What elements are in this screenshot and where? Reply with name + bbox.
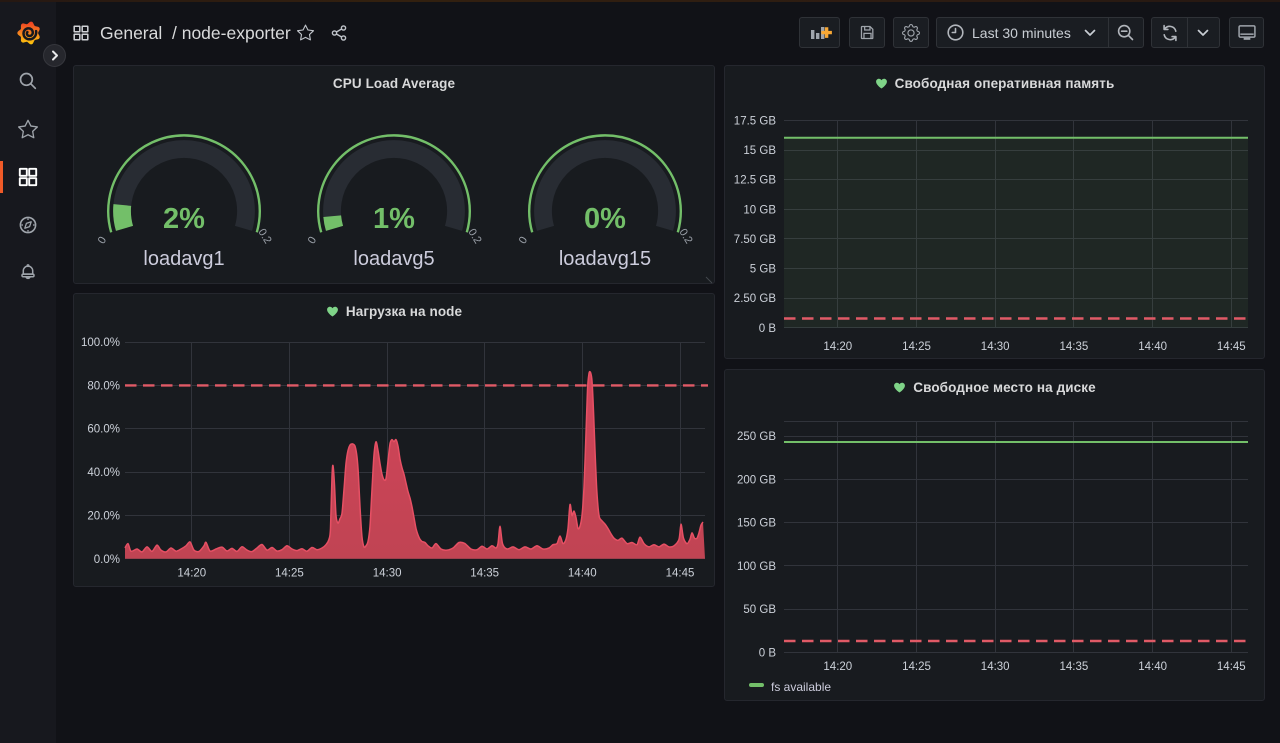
svg-text:150 GB: 150 GB [737, 518, 776, 530]
svg-text:loadavg5: loadavg5 [353, 248, 434, 270]
svg-text:14:45: 14:45 [666, 568, 695, 580]
svg-text:fs available: fs available [771, 680, 831, 694]
svg-text:10 GB: 10 GB [743, 204, 776, 216]
svg-text:14:20: 14:20 [823, 661, 852, 673]
svg-text:15 GB: 15 GB [743, 145, 776, 157]
svg-text:14:30: 14:30 [373, 568, 402, 580]
svg-text:14:30: 14:30 [981, 341, 1010, 353]
svg-text:14:25: 14:25 [902, 661, 931, 673]
svg-text:250 GB: 250 GB [737, 431, 776, 443]
svg-text:60.0%: 60.0% [87, 424, 120, 436]
svg-text:14:30: 14:30 [981, 661, 1010, 673]
svg-text:14:25: 14:25 [902, 341, 931, 353]
svg-text:14:45: 14:45 [1217, 661, 1246, 673]
svg-text:12.5 GB: 12.5 GB [734, 175, 777, 187]
svg-text:0 B: 0 B [759, 323, 777, 335]
svg-text:100.0%: 100.0% [81, 337, 120, 349]
svg-text:14:25: 14:25 [275, 568, 304, 580]
svg-text:200 GB: 200 GB [737, 474, 776, 486]
svg-text:80.0%: 80.0% [87, 380, 120, 392]
svg-text:14:40: 14:40 [1138, 661, 1167, 673]
svg-text:14:40: 14:40 [568, 568, 597, 580]
svg-text:14:35: 14:35 [1060, 661, 1089, 673]
svg-text:0 B: 0 B [759, 648, 777, 660]
svg-text:0: 0 [517, 235, 530, 247]
svg-text:0: 0 [96, 235, 109, 247]
svg-text:5 GB: 5 GB [750, 264, 777, 276]
svg-text:0: 0 [306, 235, 319, 247]
svg-text:14:40: 14:40 [1138, 341, 1167, 353]
svg-text:14:45: 14:45 [1217, 341, 1246, 353]
svg-text:0.0%: 0.0% [94, 554, 120, 566]
svg-text:50 GB: 50 GB [743, 604, 776, 616]
svg-text:loadavg1: loadavg1 [143, 248, 224, 270]
svg-text:100 GB: 100 GB [737, 561, 776, 573]
svg-text:17.5 GB: 17.5 GB [734, 115, 777, 127]
svg-text:loadavg15: loadavg15 [559, 248, 651, 270]
svg-text:1%: 1% [373, 203, 415, 235]
svg-text:14:20: 14:20 [823, 341, 852, 353]
svg-text:20.0%: 20.0% [87, 510, 120, 522]
svg-text:7.50 GB: 7.50 GB [734, 234, 777, 246]
svg-text:14:35: 14:35 [470, 568, 499, 580]
svg-text:40.0%: 40.0% [87, 467, 120, 479]
svg-text:0%: 0% [584, 203, 626, 235]
svg-text:2%: 2% [163, 203, 205, 235]
svg-text:14:35: 14:35 [1060, 341, 1089, 353]
svg-text:2.50 GB: 2.50 GB [734, 293, 777, 305]
svg-text:14:20: 14:20 [177, 568, 206, 580]
